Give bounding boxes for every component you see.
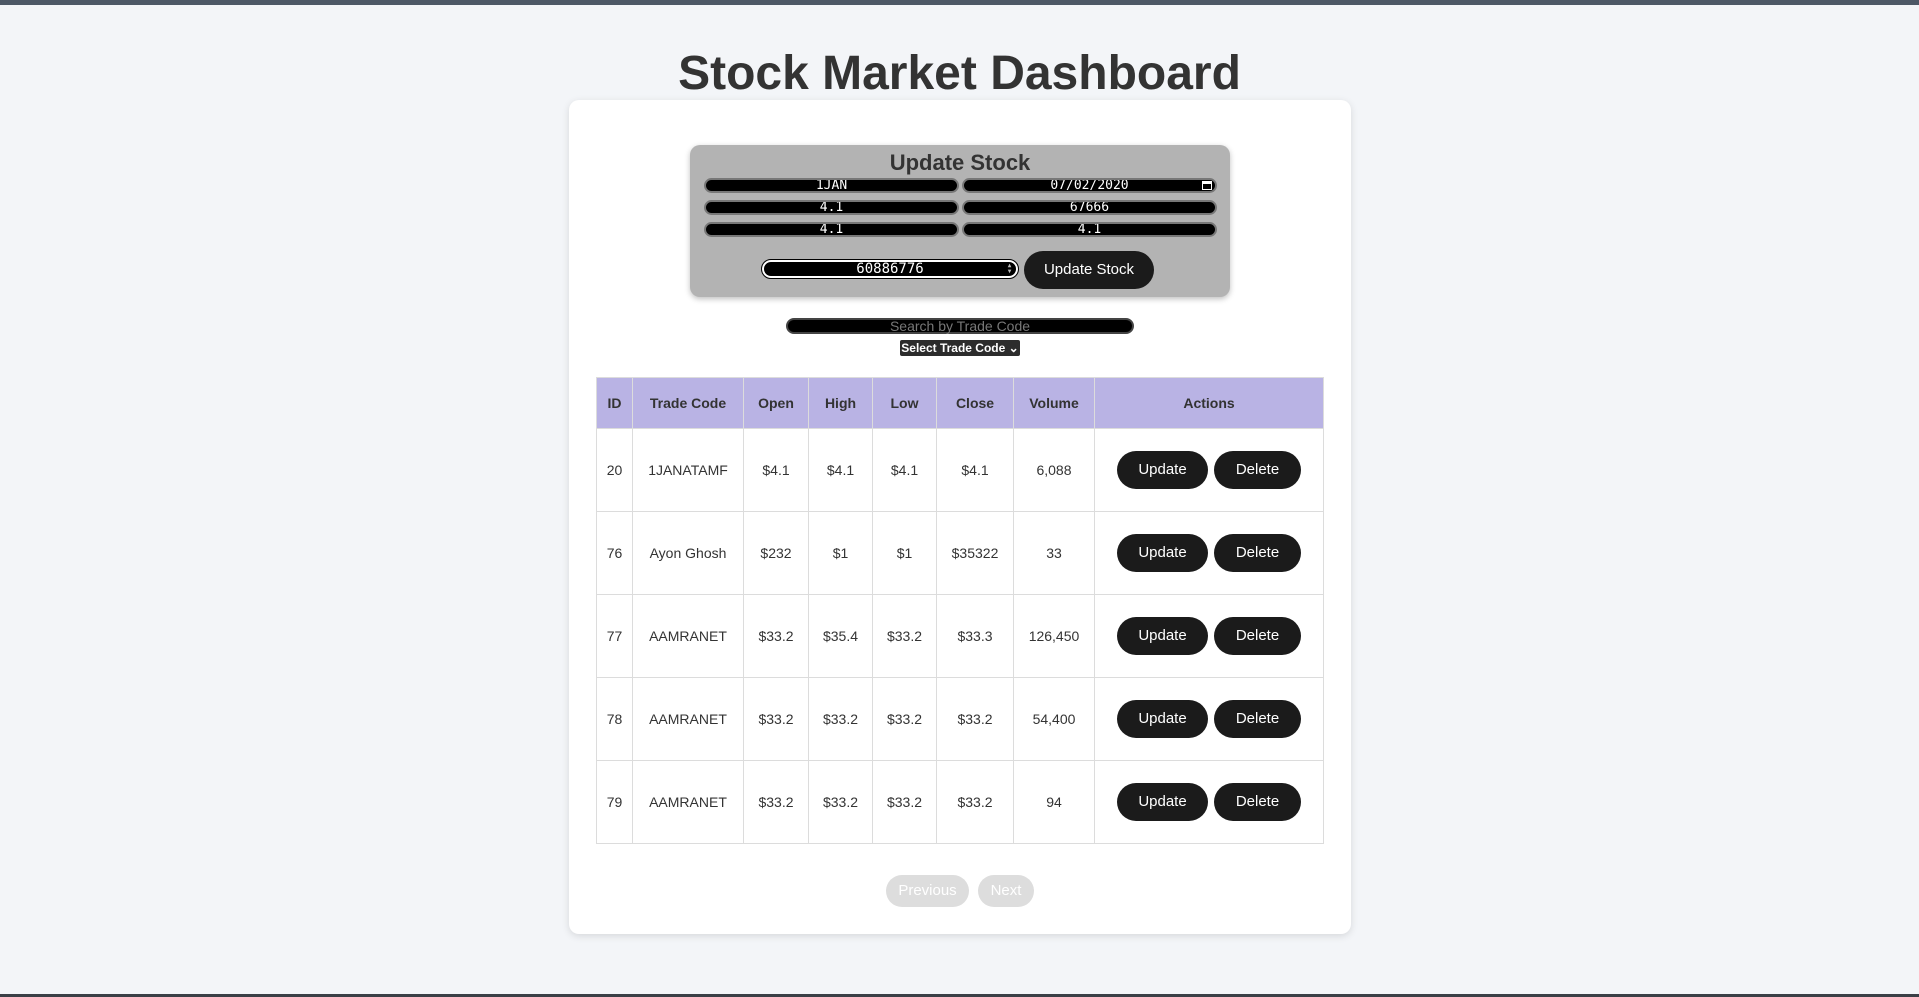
cell-close: $33.2 (936, 760, 1014, 844)
cell-open: $33.2 (743, 677, 809, 761)
stocks-table: ID Trade Code Open High Low Close Volume… (596, 377, 1324, 844)
cell-trade-code: AAMRANET (632, 760, 744, 844)
cell-actions: Update Delete (1094, 760, 1324, 844)
table-row: 79 AAMRANET $33.2 $33.2 $33.2 $33.2 94 U… (596, 760, 1324, 844)
cell-id: 20 (596, 428, 633, 512)
header-id: ID (596, 377, 633, 429)
delete-button[interactable]: Delete (1214, 700, 1301, 738)
next-button[interactable]: Next (978, 875, 1034, 907)
cell-id: 79 (596, 760, 633, 844)
cell-actions: Update Delete (1094, 594, 1324, 678)
cell-open: $33.2 (743, 594, 809, 678)
header-open: Open (743, 377, 809, 429)
table-row: 76 Ayon Ghosh $232 $1 $1 $35322 33 Updat… (596, 511, 1324, 595)
cell-high: $35.4 (808, 594, 873, 678)
header-actions: Actions (1094, 377, 1324, 429)
header-high: High (808, 377, 873, 429)
table-row: 20 1JANATAMF $4.1 $4.1 $4.1 $4.1 6,088 U… (596, 428, 1324, 512)
header-volume: Volume (1013, 377, 1095, 429)
cell-high: $4.1 (808, 428, 873, 512)
cell-low: $33.2 (872, 677, 937, 761)
cell-volume: 94 (1013, 760, 1095, 844)
calendar-icon[interactable] (1202, 181, 1212, 190)
cell-actions: Update Delete (1094, 511, 1324, 595)
cell-trade-code: AAMRANET (632, 677, 744, 761)
chevron-down-icon: ⌄ (1008, 341, 1019, 355)
cell-trade-code: 1JANATAMF (632, 428, 744, 512)
cell-high: $1 (808, 511, 873, 595)
cell-trade-code: Ayon Ghosh (632, 511, 744, 595)
open-input[interactable]: 4.1 (704, 200, 959, 215)
cell-low: $33.2 (872, 760, 937, 844)
cell-close: $35322 (936, 511, 1014, 595)
cell-low: $33.2 (872, 594, 937, 678)
dashboard-card: Update Stock 1JAN 07/02/2020 4.1 67666 4… (569, 100, 1351, 934)
page-title: Stock Market Dashboard (678, 47, 1241, 100)
delete-button[interactable]: Delete (1214, 451, 1301, 489)
close-input[interactable]: 4.1 (962, 222, 1217, 237)
date-input[interactable]: 07/02/2020 (962, 178, 1217, 193)
cell-volume: 126,450 (1013, 594, 1095, 678)
cell-close: $33.3 (936, 594, 1014, 678)
update-button[interactable]: Update (1117, 534, 1208, 572)
update-button[interactable]: Update (1117, 783, 1208, 821)
cell-low: $4.1 (872, 428, 937, 512)
cell-id: 78 (596, 677, 633, 761)
update-button[interactable]: Update (1117, 451, 1208, 489)
volume-input[interactable]: 60886776 ▲ ▼ (761, 259, 1019, 279)
header-trade-code: Trade Code (632, 377, 744, 429)
previous-button[interactable]: Previous (886, 875, 969, 907)
cell-id: 76 (596, 511, 633, 595)
trade-code-select[interactable]: Select Trade Code ⌄ (900, 340, 1020, 356)
select-value: Select Trade Code (901, 341, 1006, 355)
update-button[interactable]: Update (1117, 617, 1208, 655)
table-header-row: ID Trade Code Open High Low Close Volume… (596, 377, 1324, 429)
trade-code-input[interactable]: 1JAN (704, 178, 959, 193)
top-border (0, 0, 1919, 5)
table-row: 77 AAMRANET $33.2 $35.4 $33.2 $33.3 126,… (596, 594, 1324, 678)
delete-button[interactable]: Delete (1214, 783, 1301, 821)
volume-value: 60886776 (856, 261, 924, 277)
cell-high: $33.2 (808, 760, 873, 844)
low-input[interactable]: 4.1 (704, 222, 959, 237)
delete-button[interactable]: Delete (1214, 534, 1301, 572)
header-close: Close (936, 377, 1014, 429)
cell-trade-code: AAMRANET (632, 594, 744, 678)
date-value: 07/02/2020 (1050, 178, 1129, 193)
form-title: Update Stock (889, 150, 1031, 175)
delete-button[interactable]: Delete (1214, 617, 1301, 655)
cell-volume: 33 (1013, 511, 1095, 595)
table-row: 78 AAMRANET $33.2 $33.2 $33.2 $33.2 54,4… (596, 677, 1324, 761)
cell-low: $1 (872, 511, 937, 595)
header-low: Low (872, 377, 937, 429)
spinner-icon[interactable]: ▲ ▼ (1005, 263, 1014, 275)
cell-high: $33.2 (808, 677, 873, 761)
cell-close: $33.2 (936, 677, 1014, 761)
cell-open: $33.2 (743, 760, 809, 844)
cell-actions: Update Delete (1094, 677, 1324, 761)
cell-id: 77 (596, 594, 633, 678)
cell-open: $232 (743, 511, 809, 595)
search-input[interactable]: Search by Trade Code (786, 318, 1134, 334)
update-stock-form: Update Stock 1JAN 07/02/2020 4.1 67666 4… (690, 145, 1230, 297)
cell-volume: 6,088 (1013, 428, 1095, 512)
cell-actions: Update Delete (1094, 428, 1324, 512)
cell-open: $4.1 (743, 428, 809, 512)
update-stock-button[interactable]: Update Stock (1024, 251, 1154, 289)
update-button[interactable]: Update (1117, 700, 1208, 738)
cell-volume: 54,400 (1013, 677, 1095, 761)
cell-close: $4.1 (936, 428, 1014, 512)
high-input[interactable]: 67666 (962, 200, 1217, 215)
